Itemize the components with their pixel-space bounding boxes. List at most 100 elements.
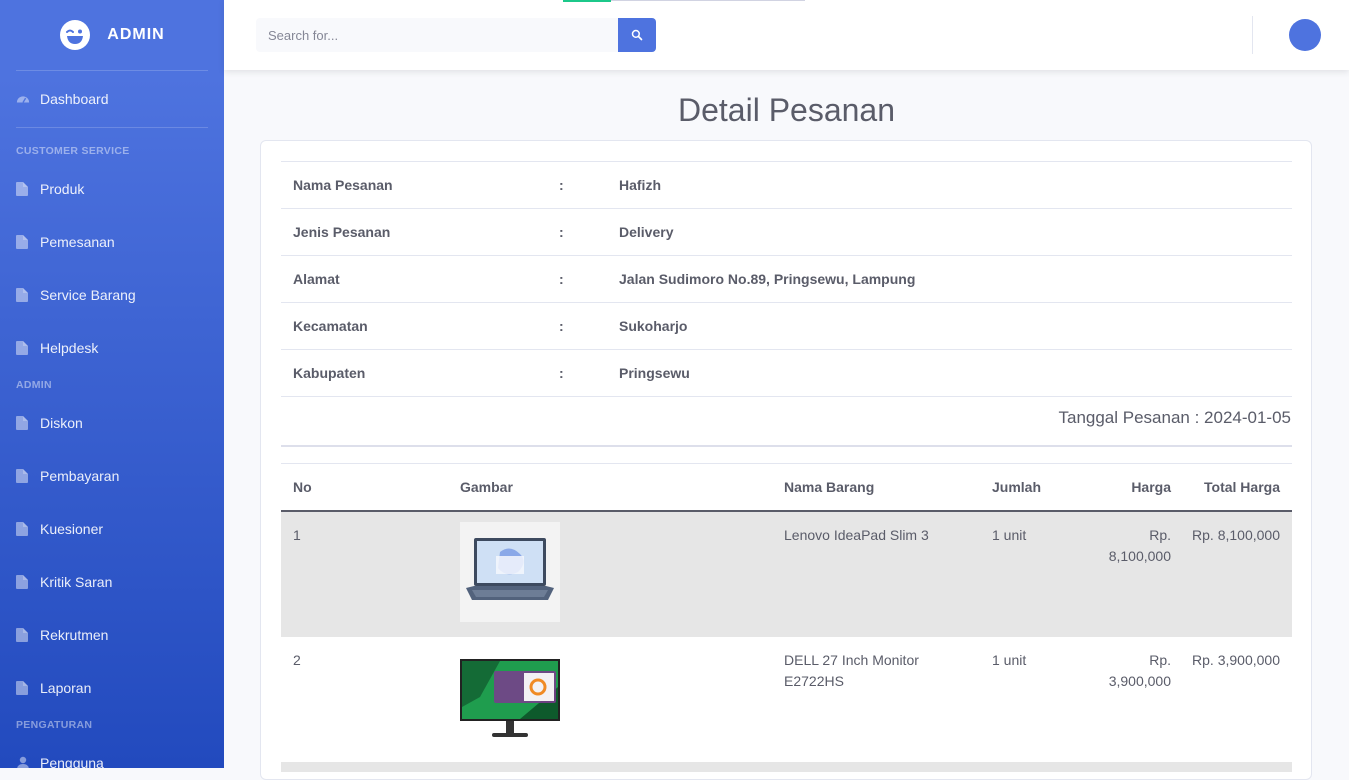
sidebar: ADMIN Dashboard CUSTOMER SERVICE Produk Pe… [0, 0, 224, 768]
sidebar-item-produk[interactable]: Produk [0, 162, 224, 215]
col-header-total-harga: Total Harga [1204, 479, 1280, 495]
info-separator: : [559, 177, 564, 193]
file-icon [16, 468, 30, 483]
cell-no: 2 [293, 652, 301, 668]
order-info-table: Nama Pesanan: Hafizh Jenis Pesanan: Deliver… [281, 161, 1292, 397]
sidebar-heading: CUSTOMER SERVICE [16, 145, 130, 157]
info-label: Kabupaten [293, 365, 366, 381]
cell-no: 1 [293, 527, 301, 543]
file-icon [16, 415, 30, 430]
search-input[interactable] [256, 18, 618, 52]
info-row: Jenis Pesanan: Delivery [281, 208, 1292, 255]
info-separator: : [559, 365, 564, 381]
table-body: 1 Lenovo IdeaPad Slim 3 1 unit Rp. 8,100,00… [281, 512, 1292, 762]
file-icon [16, 627, 30, 642]
price: Rp. 3,900,000 [1108, 652, 1171, 689]
user-avatar[interactable] [1289, 19, 1321, 51]
sidebar-item-service-barang[interactable]: Service Barang [0, 268, 224, 321]
col-header-nama-barang: Nama Barang [784, 479, 875, 495]
info-value: Delivery [619, 224, 674, 240]
order-items-table: No Gambar Nama Barang Jumlah Harga Total… [281, 463, 1292, 772]
user-icon [16, 756, 30, 768]
cell-price: Rp. 8,100,000 [1072, 525, 1171, 567]
sidebar-item-pengguna[interactable]: Pengguna [0, 736, 224, 768]
sidebar-item-label: Kritik Saran [40, 573, 113, 590]
info-value: Jalan Sudimoro No.89, Pringsewu, Lampung [619, 271, 916, 287]
tachometer-icon [16, 92, 30, 106]
sidebar-item-label: Dashboard [40, 91, 109, 107]
item-name: Lenovo IdeaPad Slim 3 [784, 527, 929, 543]
table-row: 1 Lenovo IdeaPad Slim 3 1 unit Rp. 8,100,00… [281, 512, 1292, 637]
laugh-wink-icon [60, 20, 91, 50]
sidebar-item-label: Pengguna [40, 754, 104, 769]
search-button[interactable] [618, 18, 656, 52]
sidebar-item-dashboard[interactable]: Dashboard [0, 71, 224, 127]
col-header-harga: Harga [1131, 479, 1171, 495]
brand-name: ADMIN [107, 26, 165, 43]
file-icon [16, 287, 30, 302]
file-icon [16, 574, 30, 589]
monitor-image [460, 647, 560, 747]
sidebar-item-helpdesk[interactable]: Helpdesk [0, 321, 224, 374]
table-row: 2 DELL 27 Inch Monitor E2722HS 1 unit Rp. 3… [281, 637, 1292, 762]
laptop-image [460, 522, 560, 622]
topbar-divider [1252, 16, 1253, 54]
col-header-no: No [293, 479, 312, 495]
file-icon [16, 680, 30, 695]
info-separator: : [559, 271, 564, 287]
order-date: Tanggal Pesanan : 2024-01-05 [1058, 408, 1291, 427]
cell-qty: 1 unit [992, 652, 1027, 668]
file-icon [16, 521, 30, 536]
sidebar-heading: PENGATURAN [16, 719, 93, 731]
info-row: Kabupaten: Pringsewu [281, 349, 1292, 397]
sidebar-item-rekrutmen[interactable]: Rekrutmen [0, 608, 224, 661]
sidebar-item-label: Service Barang [40, 286, 136, 303]
info-row: Alamat: Jalan Sudimoro No.89, Pringsewu, … [281, 255, 1292, 302]
sidebar-item-label: Helpdesk [40, 339, 99, 356]
sidebar-sections: CUSTOMER SERVICE Produk Pemesanan Service B… [0, 140, 224, 768]
cell-total: Rp. 3,900,000 [1192, 652, 1280, 668]
info-row: Nama Pesanan: Hafizh [281, 161, 1292, 208]
table-header: No Gambar Nama Barang Jumlah Harga Total… [281, 463, 1292, 512]
info-label: Nama Pesanan [293, 177, 393, 193]
info-value: Pringsewu [619, 365, 690, 381]
sidebar-brand[interactable]: ADMIN [0, 0, 224, 70]
search-icon [631, 29, 643, 41]
info-separator: : [559, 224, 564, 240]
sidebar-item-label: Pembayaran [40, 467, 120, 484]
file-icon [16, 340, 30, 355]
info-label: Kecamatan [293, 318, 368, 334]
sidebar-item-label: Produk [40, 180, 85, 197]
file-icon [16, 234, 30, 249]
info-row: Kecamatan: Sukoharjo [281, 302, 1292, 349]
cell-total: Rp. 8,100,000 [1192, 527, 1280, 543]
sidebar-item-diskon[interactable]: Diskon [0, 396, 224, 449]
search-form [256, 18, 656, 52]
sidebar-item-kritik-saran[interactable]: Kritik Saran [0, 555, 224, 608]
info-separator: : [559, 318, 564, 334]
cell-image [460, 647, 784, 747]
page-title: Detail Pesanan [677, 92, 896, 128]
sidebar-divider [16, 127, 208, 128]
sidebar-item-pemesanan[interactable]: Pemesanan [0, 215, 224, 268]
cell-item-name: DELL 27 Inch Monitor E2722HS [784, 650, 992, 692]
table-row-partial [281, 762, 1292, 772]
sidebar-item-label: Laporan [40, 679, 92, 696]
cell-price: Rp. 3,900,000 [1072, 650, 1171, 692]
sidebar-item-laporan[interactable]: Laporan [0, 661, 224, 714]
info-value: Hafizh [619, 177, 661, 193]
section-divider [281, 445, 1292, 447]
col-header-jumlah: Jumlah [992, 479, 1042, 495]
sidebar-item-kuesioner[interactable]: Kuesioner [0, 502, 224, 555]
sidebar-heading: ADMIN [16, 379, 52, 391]
price: Rp. 8,100,000 [1108, 527, 1171, 564]
col-header-gambar: Gambar [460, 479, 513, 495]
cell-item-name: Lenovo IdeaPad Slim 3 [784, 525, 992, 546]
sidebar-item-label: Diskon [40, 414, 83, 431]
topbar-decoration [563, 0, 805, 2]
sidebar-item-pembayaran[interactable]: Pembayaran [0, 449, 224, 502]
info-label: Alamat [293, 271, 340, 287]
info-label: Jenis Pesanan [293, 224, 391, 240]
sidebar-item-label: Pemesanan [40, 233, 115, 250]
item-name: DELL 27 Inch Monitor E2722HS [784, 652, 919, 689]
